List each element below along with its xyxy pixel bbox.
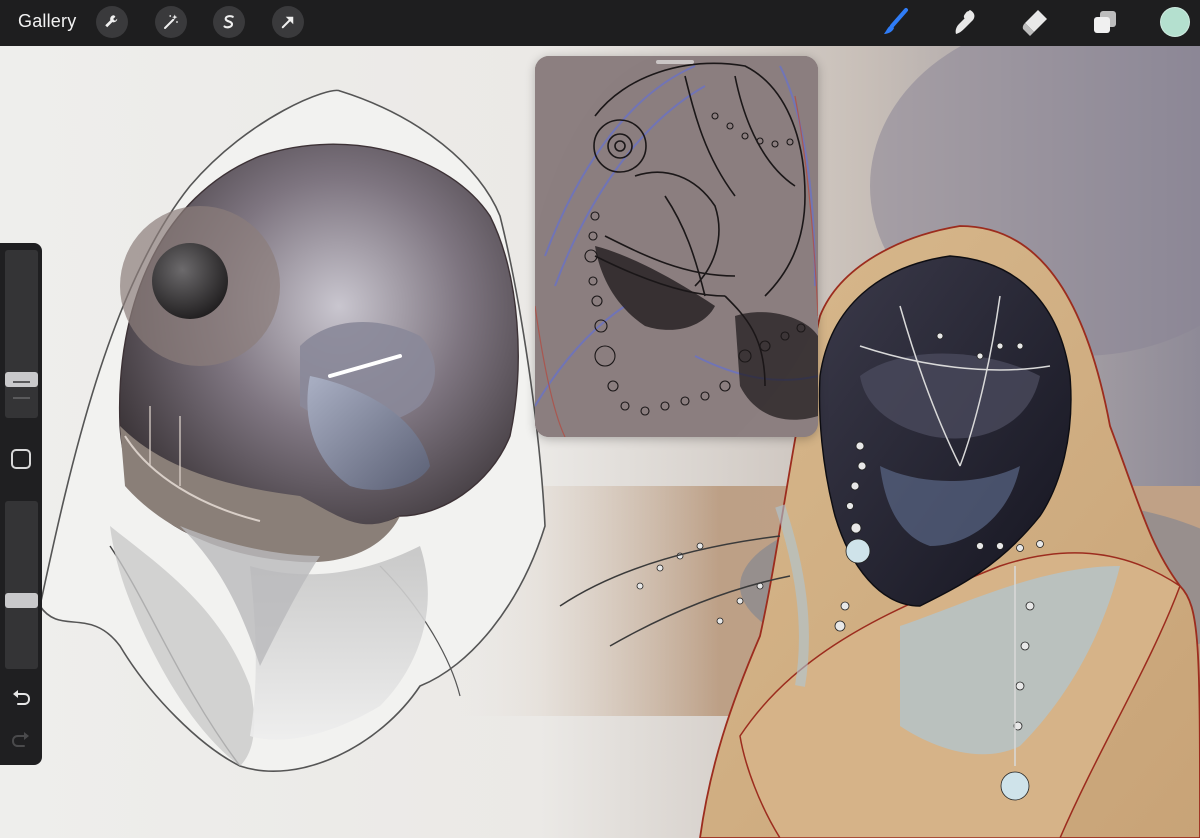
reference-window[interactable]: [535, 56, 818, 437]
brush-icon: [884, 8, 908, 34]
layers-button[interactable]: [1090, 7, 1120, 37]
brush-size-slider[interactable]: [5, 250, 38, 418]
wrench-icon: [105, 15, 118, 28]
eraser-tool-button[interactable]: [1020, 7, 1050, 37]
slider-tick: [13, 397, 30, 399]
brush-size-slider-thumb[interactable]: [5, 372, 38, 388]
reference-sketch: [535, 56, 818, 437]
magic-wand-icon: [164, 14, 178, 29]
opacity-slider-thumb[interactable]: [5, 592, 38, 608]
adjustments-button[interactable]: [155, 6, 187, 38]
color-picker-swatch[interactable]: [1160, 7, 1190, 37]
gallery-button[interactable]: Gallery: [18, 11, 76, 32]
redo-icon[interactable]: [10, 727, 32, 749]
opacity-slider[interactable]: [5, 501, 38, 669]
undo-icon[interactable]: [10, 685, 32, 707]
reference-drag-handle[interactable]: [656, 60, 694, 64]
transform-arrow-icon: [281, 16, 294, 29]
smudge-tool-button[interactable]: [950, 7, 980, 37]
modify-button[interactable]: [11, 449, 31, 469]
smudge-icon: [955, 10, 975, 34]
selection-s-icon: [223, 15, 234, 29]
slider-tick: [13, 381, 30, 383]
transform-button[interactable]: [272, 6, 304, 38]
actions-wrench-button[interactable]: [96, 6, 128, 38]
left-sidebar: [0, 243, 42, 765]
brush-tool-button[interactable]: [880, 7, 910, 37]
selection-button[interactable]: [213, 6, 245, 38]
eraser-icon: [1022, 10, 1047, 36]
layers-icon: [1094, 11, 1116, 33]
top-toolbar: Gallery: [0, 0, 1200, 46]
